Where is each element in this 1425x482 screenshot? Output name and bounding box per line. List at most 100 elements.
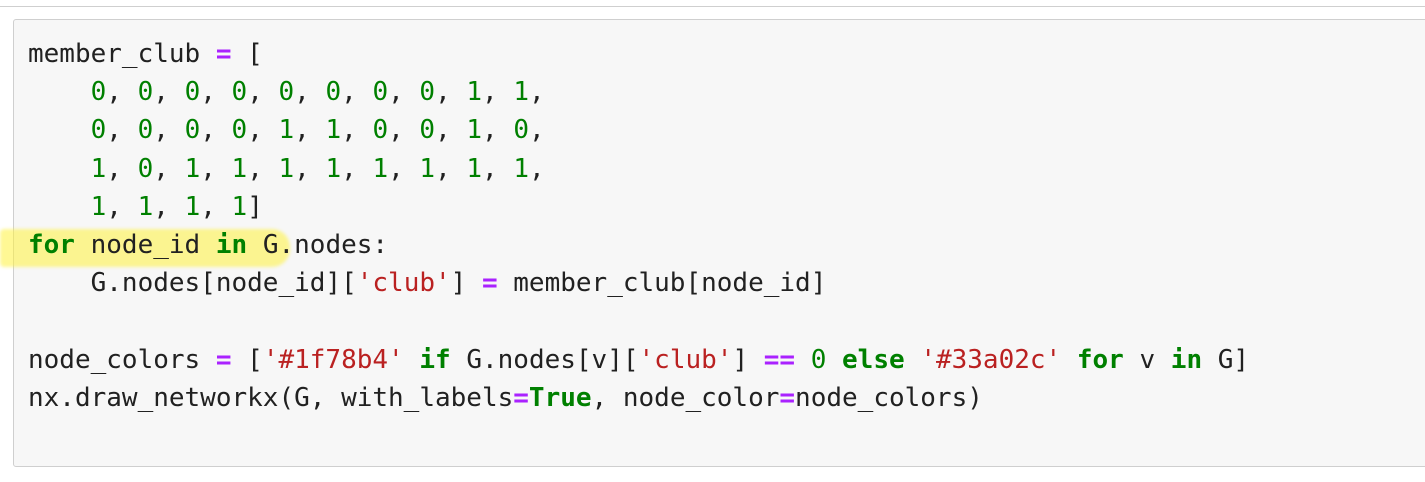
code-line: node_colors = ['#1f78b4' if G.nodes[v]['…	[28, 341, 1249, 379]
code-token-num: 0	[372, 115, 389, 146]
code-token-plain: ,	[153, 191, 185, 222]
code-token-num: 1	[466, 153, 483, 184]
code-token-num: 0	[137, 153, 154, 184]
code-token-plain: ,	[341, 115, 373, 146]
code-token-plain: , node_color	[591, 382, 780, 413]
code-token-num: 1	[90, 153, 107, 184]
code-token-num: 0	[90, 115, 107, 146]
code-token-num: 1	[513, 153, 529, 184]
code-token-plain: ,	[341, 77, 373, 108]
code-token-num: 1	[278, 153, 295, 184]
code-token-num: 0	[231, 115, 248, 146]
code-token-kw: for	[1076, 344, 1124, 375]
code-token-plain: ,	[529, 153, 545, 184]
code-token-kw: in	[215, 230, 248, 260]
code-line: 1, 0, 1, 1, 1, 1, 1, 1, 1, 1,	[28, 150, 545, 188]
code-token-num: 1	[137, 191, 154, 222]
code-token-kw: True	[528, 382, 592, 413]
code-line: 0, 0, 0, 0, 0, 0, 0, 0, 1, 1,	[28, 73, 545, 111]
code-token-plain: ,	[200, 115, 232, 146]
code-token-num: 1	[90, 191, 107, 222]
code-token-num: 0	[810, 344, 827, 375]
code-token-num: 0	[231, 77, 248, 108]
cell-top-divider	[0, 6, 1425, 7]
code-token-plain: ,	[482, 77, 514, 108]
code-token-plain: [	[231, 344, 263, 375]
code-token-plain: ,	[106, 115, 138, 146]
code-token-plain: member_club	[28, 39, 216, 69]
code-token-plain: ,	[106, 153, 138, 184]
code-token-num: 0	[137, 115, 154, 146]
code-token-plain: ,	[388, 115, 420, 146]
code-token-plain: ]	[732, 344, 764, 375]
code-line: 1, 1, 1, 1]	[28, 188, 263, 226]
code-token-num: 0	[513, 115, 529, 146]
code-token-num: 0	[372, 77, 389, 108]
code-token-plain: ,	[482, 153, 514, 184]
code-token-plain: ,	[247, 115, 279, 146]
code-token-plain: ,	[435, 115, 467, 146]
code-token-plain: ,	[294, 77, 326, 108]
code-line: nx.draw_networkx(G, with_labels=True, no…	[28, 379, 983, 417]
code-token-kw: in	[1170, 344, 1203, 375]
code-token-num: 1	[231, 153, 248, 184]
code-token-plain: nx.draw_networkx(G, with_labels	[28, 382, 514, 413]
code-token-plain: node_colors	[28, 344, 216, 375]
code-line: member_club = [	[28, 35, 263, 73]
code-token-num: 1	[466, 77, 483, 108]
code-token-num: 1	[466, 115, 483, 146]
code-token-plain: v	[1123, 344, 1171, 375]
code-token-plain: ,	[482, 115, 514, 146]
code-token-plain: ,	[294, 115, 326, 146]
code-token-num: 0	[184, 77, 201, 108]
code-token-num: 1	[231, 191, 248, 222]
code-token-plain: ,	[247, 77, 279, 108]
code-token-plain: ,	[153, 115, 185, 146]
code-token-plain: G.nodes[v][	[450, 344, 639, 375]
code-token-plain: ]	[247, 191, 263, 222]
code-token-num: 1	[278, 115, 295, 146]
code-token-plain: G.nodes[node_id][	[28, 268, 357, 299]
code-token-op: =	[215, 39, 232, 69]
code-token-num: 0	[325, 77, 342, 108]
code-token-plain: ,	[200, 77, 232, 108]
code-token-plain: ,	[529, 115, 545, 146]
code-token-num: 1	[419, 153, 436, 184]
code-token-num: 0	[419, 77, 436, 108]
code-token-plain: ,	[247, 153, 279, 184]
code-token-kw: for	[28, 230, 75, 260]
code-token-plain: ,	[153, 153, 185, 184]
code-token-op: =	[513, 382, 529, 413]
code-token-num: 1	[184, 153, 201, 184]
code-token-plain: ,	[106, 77, 138, 108]
code-line: 0, 0, 0, 0, 1, 1, 0, 0, 1, 0,	[28, 111, 545, 149]
code-token-num: 1	[513, 77, 529, 108]
code-token-plain: G.nodes:	[247, 230, 389, 260]
code-token-num: 0	[137, 77, 154, 108]
code-token-op: =	[481, 268, 498, 299]
code-token-num: 1	[325, 115, 342, 146]
code-token-plain: G]	[1202, 344, 1250, 375]
code-token-plain: ,	[435, 153, 467, 184]
code-line: for node_id in G.nodes:	[28, 226, 388, 264]
code-token-num: 0	[90, 77, 107, 108]
code-token-str: 'club'	[638, 344, 733, 375]
code-token-plain: ,	[200, 191, 232, 222]
code-token-plain: ,	[388, 153, 420, 184]
code-token-plain: member_club[node_id]	[497, 268, 827, 299]
code-token-plain: ,	[529, 77, 545, 108]
code-token-num: 1	[325, 153, 342, 184]
code-token-num: 0	[278, 77, 295, 108]
code-token-plain: ,	[388, 77, 420, 108]
code-token-op: =	[215, 344, 232, 375]
code-token-plain: ,	[106, 191, 138, 222]
code-token-str: '#33a02c'	[920, 344, 1062, 375]
code-token-plain: ]	[450, 268, 482, 299]
